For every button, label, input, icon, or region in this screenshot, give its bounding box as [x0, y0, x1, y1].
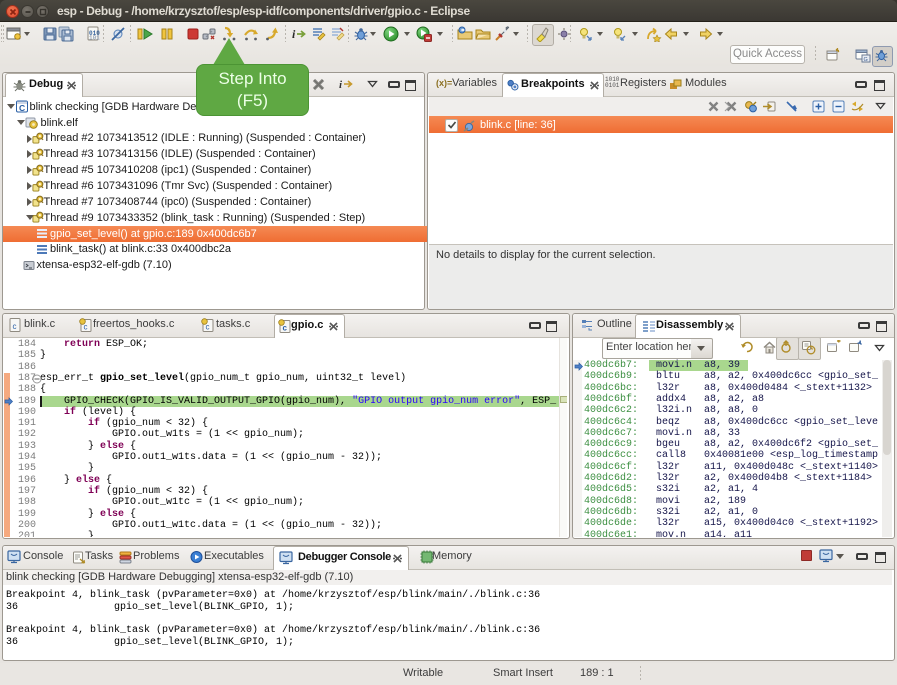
- svg-text:(F5): (F5): [237, 91, 268, 110]
- svg-text:i: i: [292, 27, 296, 41]
- svg-text:G: G: [864, 57, 868, 63]
- svg-text:Step Into: Step Into: [218, 69, 286, 88]
- svg-text:C: C: [19, 103, 25, 113]
- svg-text:101: 101: [89, 35, 100, 42]
